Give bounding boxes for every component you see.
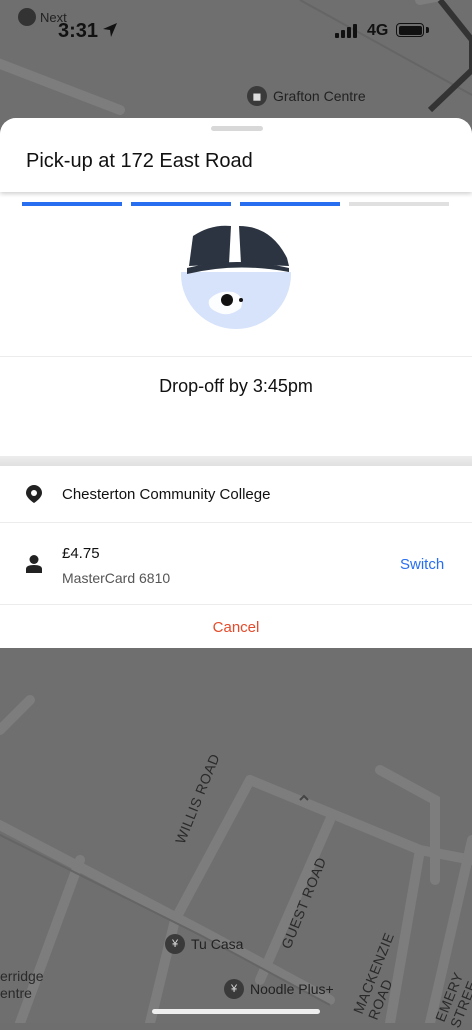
- trip-sheet: Pick-up at 172 East Road Drop-off by 3:4…: [0, 118, 472, 648]
- map-poi-noodle[interactable]: ¥ Noodle Plus+: [224, 979, 334, 999]
- driver-illustration: [181, 218, 291, 329]
- network-type: 4G: [367, 22, 389, 39]
- signal-icon: [335, 24, 357, 38]
- restaurant-icon: ¥: [224, 979, 244, 999]
- sheet-title: Pick-up at 172 East Road: [26, 150, 253, 172]
- progress-steps: [22, 202, 449, 206]
- shopping-bag-icon: ◼: [247, 86, 267, 106]
- map-poi-label: Grafton Centre: [273, 88, 366, 104]
- status-bar: Next 3:31 4G: [0, 0, 472, 60]
- battery-nub: [426, 27, 429, 33]
- progress-step: [131, 202, 231, 206]
- destination-label: Chesterton Community College: [62, 486, 271, 503]
- divider: [0, 356, 472, 357]
- trip-price: £4.75: [62, 545, 100, 562]
- sheet-grabber[interactable]: [211, 126, 263, 131]
- progress-step: [240, 202, 340, 206]
- progress-step: [349, 202, 449, 206]
- status-time: 3:31: [58, 20, 99, 42]
- home-indicator[interactable]: [152, 1009, 320, 1014]
- switch-payment-button[interactable]: Switch: [400, 556, 444, 573]
- location-arrow-icon: [103, 23, 117, 37]
- map-poi-tucasa[interactable]: ¥ Tu Casa: [165, 934, 243, 954]
- app-icon: [18, 8, 36, 26]
- map-label-cherridge-1: erridge: [0, 968, 44, 984]
- divider: [0, 604, 472, 605]
- map-poi-label: Tu Casa: [191, 936, 244, 952]
- cancel-button[interactable]: Cancel: [0, 619, 472, 636]
- payment-method: MasterCard 6810: [62, 570, 171, 586]
- map-poi-grafton[interactable]: ◼ Grafton Centre: [247, 86, 366, 106]
- battery-icon: [396, 23, 424, 37]
- location-pin-icon: [26, 485, 42, 503]
- sheet-header: Pick-up at 172 East Road: [0, 118, 472, 192]
- progress-step: [22, 202, 122, 206]
- restaurant-icon: ¥: [165, 934, 185, 954]
- map-poi-label: Noodle Plus+: [250, 981, 334, 997]
- map-label-cherridge-2: entre: [0, 985, 32, 1001]
- person-icon: [26, 555, 42, 573]
- dropoff-time: Drop-off by 3:45pm: [159, 376, 313, 396]
- section-separator: [0, 456, 472, 466]
